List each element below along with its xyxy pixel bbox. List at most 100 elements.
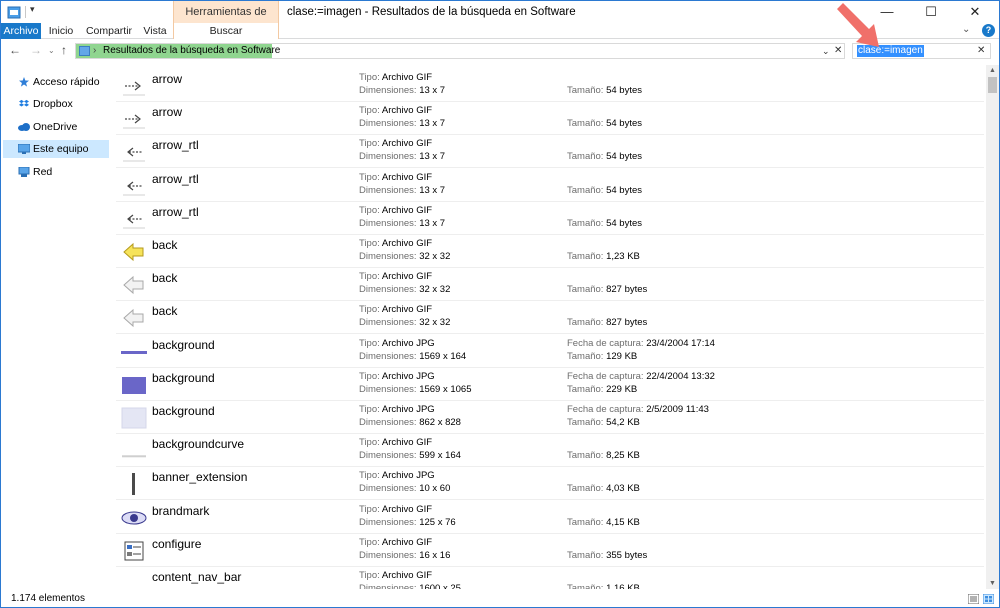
folder-app-icon[interactable] bbox=[7, 5, 21, 19]
file-size: Tamaño: 4,03 KB bbox=[567, 483, 640, 495]
file-capture-date: Fecha de captura: 22/4/2004 13:32 bbox=[567, 371, 715, 383]
file-dimensions: Dimensiones: 32 x 32 bbox=[359, 317, 450, 329]
file-dimensions: Dimensiones: 125 x 76 bbox=[359, 517, 456, 529]
large-icons-view-icon[interactable] bbox=[983, 594, 994, 604]
file-capture-date-label: Fecha de captura: bbox=[567, 404, 644, 415]
file-row[interactable]: banner_extension Tipo: Archivo JPG Dimensi… bbox=[116, 467, 984, 501]
file-row[interactable]: background Tipo: Archivo JPG Dimensiones: … bbox=[116, 401, 984, 434]
file-row[interactable]: back Tipo: Archivo GIF Dimensiones: 32 x 3… bbox=[116, 301, 984, 335]
file-name: configure bbox=[152, 536, 202, 551]
file-dimensions: Dimensiones: 13 x 7 bbox=[359, 151, 445, 163]
file-row[interactable]: brandmark Tipo: Archivo GIF Dimensiones: 1… bbox=[116, 501, 984, 534]
sidebar-item-dropbox[interactable]: Dropbox bbox=[3, 95, 109, 113]
file-capture-date: Fecha de captura: 2/5/2009 11:43 bbox=[567, 404, 709, 416]
file-dimensions-label: Dimensiones: bbox=[359, 317, 417, 329]
back-button[interactable]: ← bbox=[9, 43, 21, 57]
sidebar-item-onedrive[interactable]: OneDrive bbox=[3, 118, 109, 136]
clear-search-icon[interactable]: ✕ bbox=[977, 44, 985, 58]
file-size-label: Tamaño: bbox=[567, 483, 604, 495]
file-dimensions: Dimensiones: 1600 x 25 bbox=[359, 583, 461, 589]
file-size-label: Tamaño: bbox=[567, 317, 604, 329]
address-separator[interactable]: › bbox=[93, 44, 96, 58]
file-type-value: Archivo GIF bbox=[381, 570, 433, 581]
file-dimensions: Dimensiones: 599 x 164 bbox=[359, 450, 461, 462]
file-size: Tamaño: 8,25 KB bbox=[567, 450, 640, 462]
close-button[interactable]: ✕ bbox=[953, 1, 997, 23]
sidebar-item-acceso-rapido[interactable]: Acceso rápido bbox=[3, 73, 109, 91]
file-type: Tipo: Archivo GIF bbox=[359, 238, 432, 250]
file-row[interactable]: background Tipo: Archivo JPG Dimensiones: … bbox=[116, 335, 984, 368]
address-path[interactable]: Resultados de la búsqueda en Software bbox=[103, 44, 280, 58]
file-row[interactable]: backgroundcurve Tipo: Archivo GIF Dimensio… bbox=[116, 434, 984, 468]
file-name: content_nav_bar bbox=[152, 570, 242, 584]
file-row[interactable]: configure Tipo: Archivo GIF Dimensiones: 1… bbox=[116, 534, 984, 567]
scroll-down-icon[interactable]: ▼ bbox=[986, 578, 999, 589]
sidebar-item-label: OneDrive bbox=[33, 121, 78, 133]
file-size-value: 129 KB bbox=[606, 350, 638, 362]
up-button[interactable]: ↑ bbox=[61, 43, 67, 57]
address-bar[interactable]: › Resultados de la búsqueda en Software … bbox=[75, 43, 845, 59]
tab-compartir[interactable]: Compartir bbox=[81, 23, 137, 39]
network-icon bbox=[18, 167, 30, 177]
file-type: Tipo: Archivo JPG bbox=[359, 371, 435, 383]
file-dimensions-label: Dimensiones: bbox=[359, 251, 417, 262]
help-icon[interactable]: ? bbox=[982, 24, 995, 37]
file-row[interactable]: arrow_rtl Tipo: Archivo GIF Dimensiones: 1… bbox=[116, 202, 984, 235]
file-dimensions: Dimensiones: 862 x 828 bbox=[359, 417, 461, 429]
back-grey-icon bbox=[121, 307, 147, 329]
ribbon-expand-icon[interactable]: ⌄ bbox=[962, 24, 970, 35]
tab-inicio[interactable]: Inicio bbox=[43, 23, 79, 39]
file-name: background bbox=[152, 404, 215, 418]
file-dimensions: Dimensiones: 32 x 32 bbox=[359, 251, 450, 263]
file-row[interactable]: back Tipo: Archivo GIF Dimensiones: 32 x 3… bbox=[116, 268, 984, 302]
tab-vista[interactable]: Vista bbox=[139, 23, 171, 39]
address-dropdown-icon[interactable]: ⌄ bbox=[822, 44, 830, 58]
file-size-value: 229 KB bbox=[606, 383, 638, 395]
scrollbar-thumb[interactable] bbox=[988, 77, 997, 93]
file-size-label: Tamaño: bbox=[567, 184, 604, 196]
file-size-label: Tamaño: bbox=[567, 583, 604, 589]
file-type: Tipo: Archivo GIF bbox=[359, 105, 432, 117]
file-size-label: Tamaño: bbox=[567, 85, 604, 96]
sidebar-item-este-equipo[interactable]: Este equipo bbox=[3, 140, 109, 158]
file-size: Tamaño: 229 KB bbox=[567, 384, 637, 396]
file-name: background bbox=[152, 337, 215, 352]
file-size-value: 54 bytes bbox=[606, 151, 642, 163]
tab-buscar[interactable]: Buscar bbox=[173, 23, 279, 39]
vertical-scrollbar[interactable]: ▲ ▼ bbox=[986, 65, 999, 589]
file-type-label: Tipo: bbox=[359, 503, 380, 515]
file-dimensions-label: Dimensiones: bbox=[359, 217, 417, 229]
file-size: Tamaño: 54 bytes bbox=[567, 85, 642, 97]
file-row[interactable]: arrow_rtl Tipo: Archivo GIF Dimensiones: 1… bbox=[116, 135, 984, 169]
quick-access-dropdown-icon[interactable]: ▾ bbox=[30, 4, 35, 15]
file-type: Tipo: Archivo GIF bbox=[359, 138, 432, 150]
recent-locations-icon[interactable]: ⌄ bbox=[48, 46, 55, 55]
file-row[interactable]: arrow Tipo: Archivo GIF Dimensiones: 13 x … bbox=[116, 69, 984, 102]
tab-archivo[interactable]: Archivo bbox=[1, 23, 41, 39]
maximize-button[interactable]: ☐ bbox=[909, 1, 953, 23]
file-row[interactable]: background Tipo: Archivo JPG Dimensiones: … bbox=[116, 368, 984, 401]
file-size-label: Tamaño: bbox=[567, 516, 604, 528]
file-row[interactable]: arrow_rtl Tipo: Archivo GIF Dimensiones: 1… bbox=[116, 169, 984, 202]
file-row[interactable]: arrow Tipo: Archivo GIF Dimensiones: 13 x … bbox=[116, 102, 984, 136]
file-name: back bbox=[152, 271, 178, 286]
file-type-label: Tipo: bbox=[359, 570, 380, 581]
file-dimensions-value: 1569 x 1065 bbox=[419, 383, 472, 395]
file-type-label: Tipo: bbox=[359, 470, 380, 482]
sidebar-item-red[interactable]: Red bbox=[3, 163, 109, 181]
file-type-label: Tipo: bbox=[359, 171, 380, 183]
file-type-value: Archivo GIF bbox=[381, 238, 433, 249]
details-view-icon[interactable] bbox=[968, 594, 979, 604]
file-row[interactable]: back Tipo: Archivo GIF Dimensiones: 32 x 3… bbox=[116, 235, 984, 268]
file-type-value: Archivo JPG bbox=[381, 470, 435, 482]
forward-button[interactable]: → bbox=[30, 43, 42, 57]
file-dimensions-label: Dimensiones: bbox=[359, 450, 417, 462]
file-dimensions-value: 32 x 32 bbox=[419, 251, 451, 262]
scroll-up-icon[interactable]: ▲ bbox=[986, 65, 999, 76]
file-size: Tamaño: 355 bytes bbox=[567, 550, 647, 562]
file-row[interactable]: content_nav_bar Tipo: Archivo GIF Dimensio… bbox=[116, 567, 984, 589]
file-dimensions: Dimensiones: 13 x 7 bbox=[359, 118, 445, 130]
file-name: banner_extension bbox=[152, 470, 248, 485]
file-size-label: Tamaño: bbox=[567, 549, 604, 561]
file-type: Tipo: Archivo JPG bbox=[359, 404, 435, 416]
